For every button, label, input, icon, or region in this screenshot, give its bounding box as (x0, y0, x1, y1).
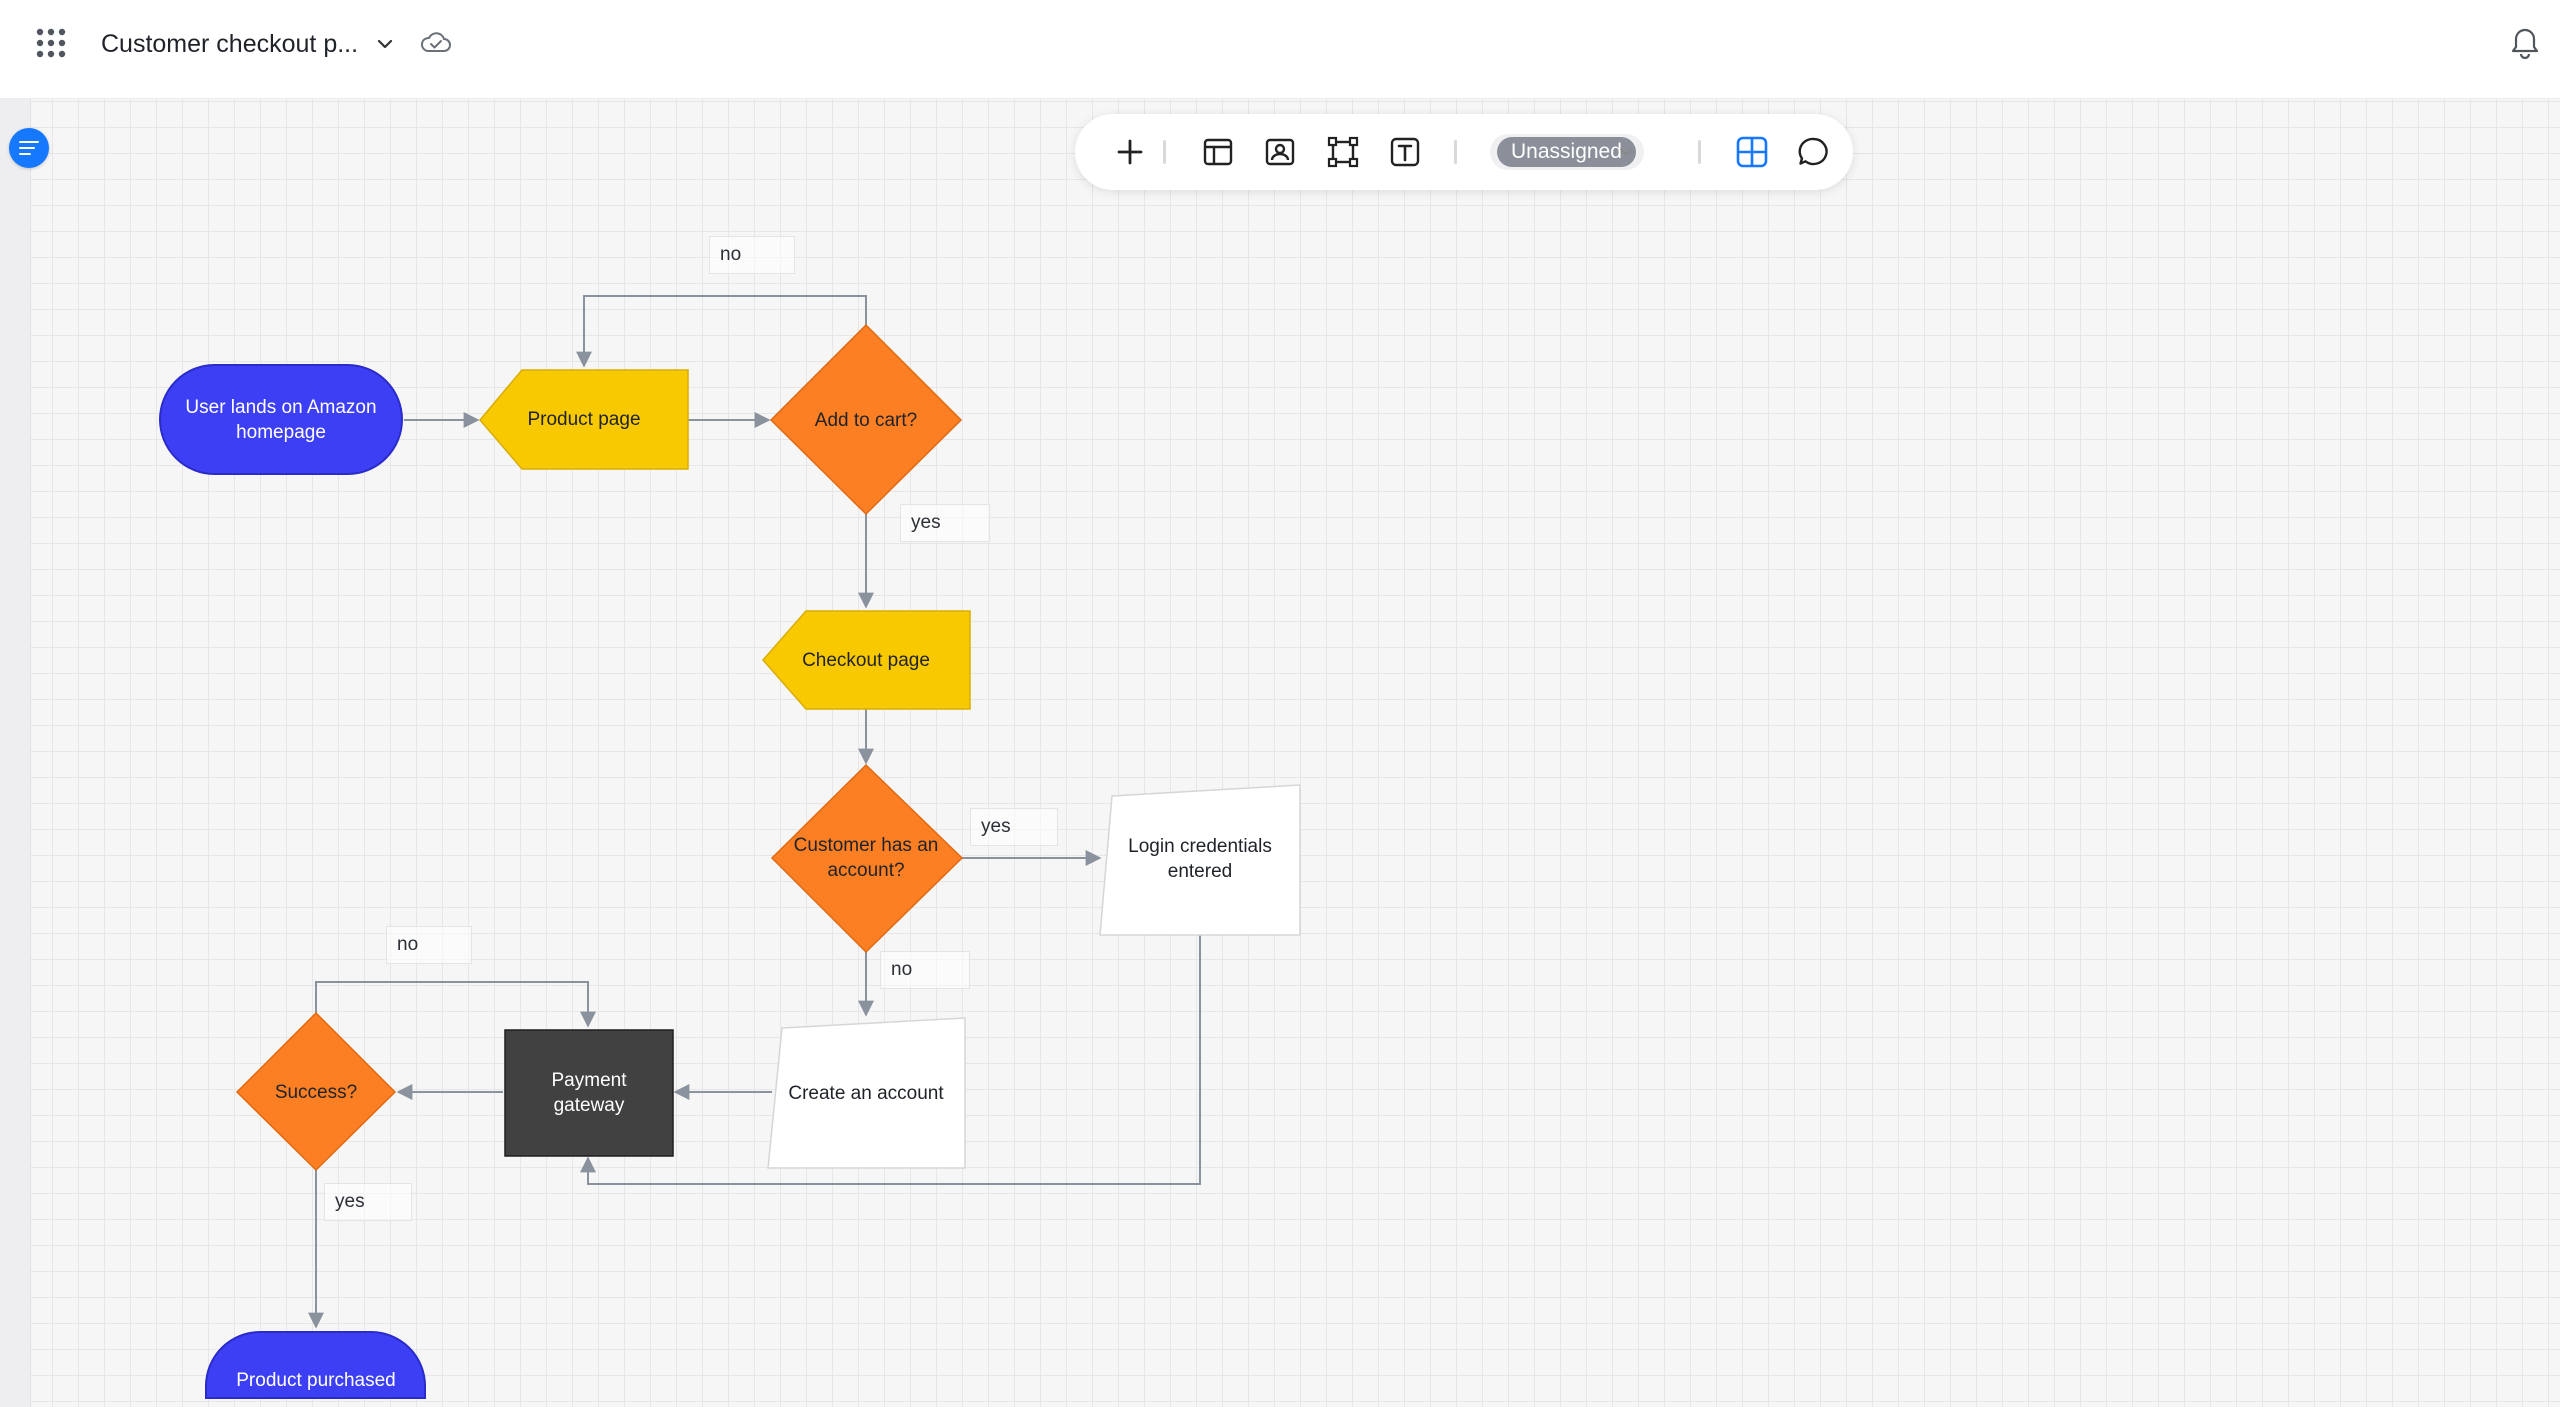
edge-label-account-yes[interactable]: yes (970, 808, 1058, 846)
edge-label-cart-yes[interactable]: yes (900, 504, 990, 542)
edge-label-account-no[interactable]: no (880, 951, 970, 989)
edge-label-success-no[interactable]: no (386, 926, 472, 964)
node-label-payment: Payment gateway (551, 1070, 627, 1116)
node-label-add-to-cart: Add to cart? (814, 409, 918, 431)
node-label-product-page: Product page (527, 409, 641, 430)
connector[interactable] (315, 981, 596, 1028)
node-label-success: Success? (274, 1081, 358, 1103)
node-label-has-account: Customer has an account? (793, 835, 939, 881)
edge-label-cart-no[interactable]: no (709, 236, 795, 274)
node-label-end: Product purchased (236, 1369, 396, 1391)
node-label-start: User lands on Amazon homepage (185, 396, 377, 443)
node-label-login: Login credentials entered (1128, 836, 1272, 882)
connector[interactable] (576, 295, 867, 368)
connectors (308, 295, 1201, 1329)
node-label-checkout-page: Checkout page (802, 649, 930, 671)
node-label-create-account: Create an account (788, 1082, 944, 1104)
edge-label-success-yes[interactable]: yes (324, 1183, 412, 1221)
